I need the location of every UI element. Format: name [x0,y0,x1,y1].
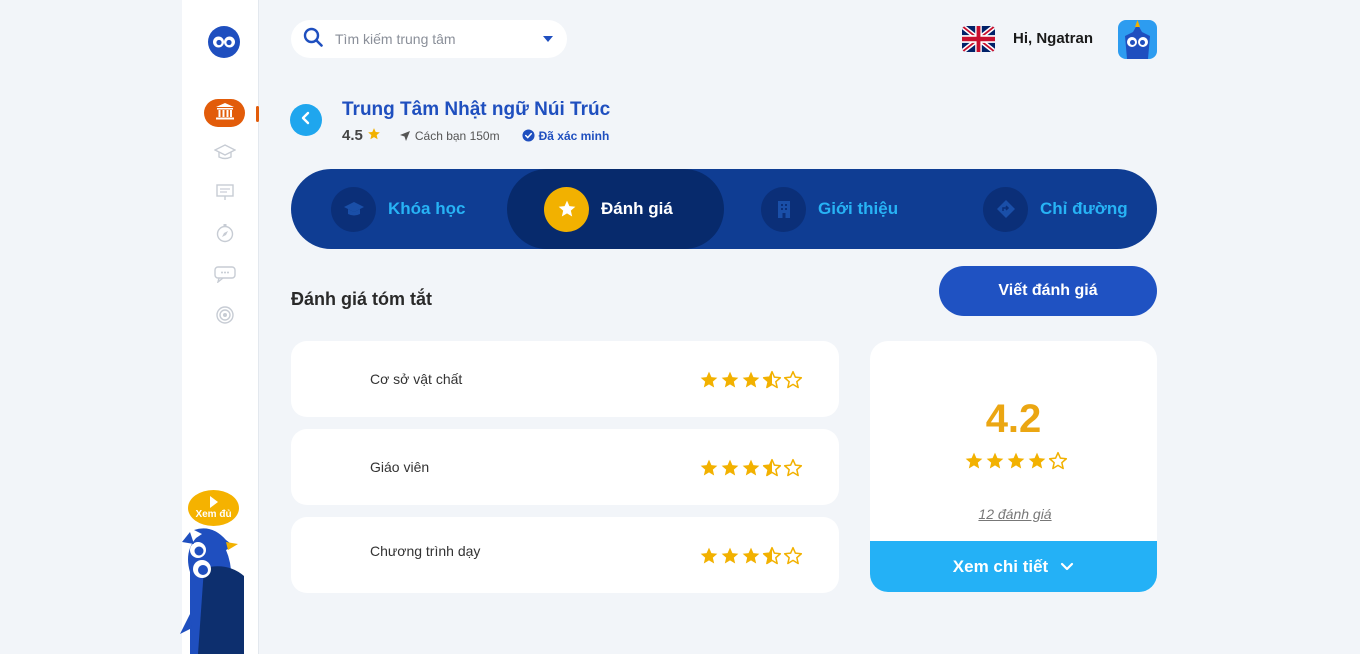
sidebar-item-goals[interactable] [204,303,245,331]
center-title: Trung Tâm Nhật ngữ Núi Trúc [342,99,611,120]
graduation-cap-icon [331,186,376,232]
institution-icon [215,102,235,125]
search-input[interactable] [335,31,543,47]
presentation-board-icon [215,183,235,206]
bubble-label: Xem đủ [195,509,232,520]
center-meta: 4.5 Cách bạn 150m Đã xác minh [342,127,609,144]
star-full-icon [1006,451,1026,476]
star-full-icon [741,546,761,571]
star-full-icon [699,546,719,571]
star-empty-icon [783,370,803,395]
sidebar-item-classes[interactable] [204,180,245,208]
star-full-icon [741,458,761,483]
search-dropdown-caret-icon[interactable] [543,36,553,42]
star-full-icon [699,458,719,483]
center-tabs: Khóa học Đánh giá Giới thiệu Chỉ đường [291,169,1157,249]
tab-directions-label: Chỉ đường [1040,199,1128,218]
overall-score: 4.2 [985,397,1042,441]
view-details-label: Xem chi tiết [952,556,1049,576]
user-greeting: Hi, Ngatran [1013,30,1094,47]
star-icon [367,127,381,144]
review-count-link[interactable]: 12 đánh giá [870,506,1157,522]
target-icon [215,305,235,330]
tab-about-label: Giới thiệu [818,199,899,218]
criterion-card: Cơ sở vật chất [291,341,839,417]
sidebar: Xem đủ [180,0,259,654]
criterion-stars [699,546,803,571]
back-button[interactable] [290,104,322,136]
overall-score-card: 4.2 12 đánh giá Xem chi tiết [870,341,1157,592]
sidebar-item-institution[interactable] [204,99,245,127]
criterion-label: Chương trình dạy [370,543,481,559]
center-rating: 4.5 [342,127,363,144]
chevron-down-icon [1060,557,1074,577]
star-half-icon [762,546,782,571]
star-full-icon [720,546,740,571]
chevron-left-icon [300,111,312,130]
star-empty-icon [783,546,803,571]
uk-flag-icon[interactable] [962,26,995,52]
play-icon [209,496,218,508]
overall-stars [964,451,1068,476]
search-bar[interactable] [291,20,567,58]
criterion-stars [699,370,803,395]
search-icon[interactable] [303,27,323,52]
star-full-icon [720,370,740,395]
criterion-label: Cơ sở vật chất [370,371,463,387]
star-full-icon [720,458,740,483]
direction-icon [983,186,1028,232]
star-empty-icon [1048,451,1068,476]
sidebar-item-messages[interactable] [204,262,245,290]
sidebar-active-indicator [256,106,259,122]
star-empty-icon [783,458,803,483]
summary-title: Đánh giá tóm tắt [291,289,433,309]
verified-text: Đã xác minh [538,128,610,143]
chat-icon [213,265,236,288]
check-circle-icon [522,129,535,142]
building-icon [761,186,806,232]
star-full-icon [1027,451,1047,476]
distance-text: Cách bạn 150m [414,128,500,143]
star-half-icon [762,458,782,483]
mascot-helper[interactable]: Xem đủ [172,488,252,654]
tab-courses-label: Khóa học [388,199,466,218]
star-full-icon [985,451,1005,476]
verified-badge: Đã xác minh [522,128,610,143]
star-full-icon [741,370,761,395]
logo-owl-icon[interactable] [208,26,240,58]
sidebar-item-courses[interactable] [204,140,245,168]
tab-directions[interactable]: Chỉ đường [983,169,1128,249]
star-full-icon [699,370,719,395]
criterion-card: Chương trình dạy [291,517,839,593]
view-details-button[interactable]: Xem chi tiết [870,541,1157,592]
sidebar-item-explore[interactable] [204,221,245,249]
criterion-label: Giáo viên [370,459,430,475]
owl-mascot-icon [180,528,244,654]
location-arrow-icon [399,130,410,141]
star-full-icon [964,451,984,476]
tab-courses[interactable]: Khóa học [331,169,465,249]
tab-about[interactable]: Giới thiệu [761,169,898,249]
write-review-button[interactable]: Viết đánh giá [939,266,1157,316]
tab-reviews[interactable]: Đánh giá [507,169,724,249]
star-icon [544,186,589,232]
star-half-icon [762,370,782,395]
avatar[interactable] [1118,20,1157,59]
criterion-card: Giáo viên [291,429,839,505]
distance-info: Cách bạn 150m [399,129,500,143]
tab-reviews-label: Đánh giá [601,199,673,218]
graduation-cap-icon [212,143,237,166]
compass-icon [215,223,235,248]
criterion-stars [699,458,803,483]
watch-video-bubble[interactable]: Xem đủ [188,490,239,526]
